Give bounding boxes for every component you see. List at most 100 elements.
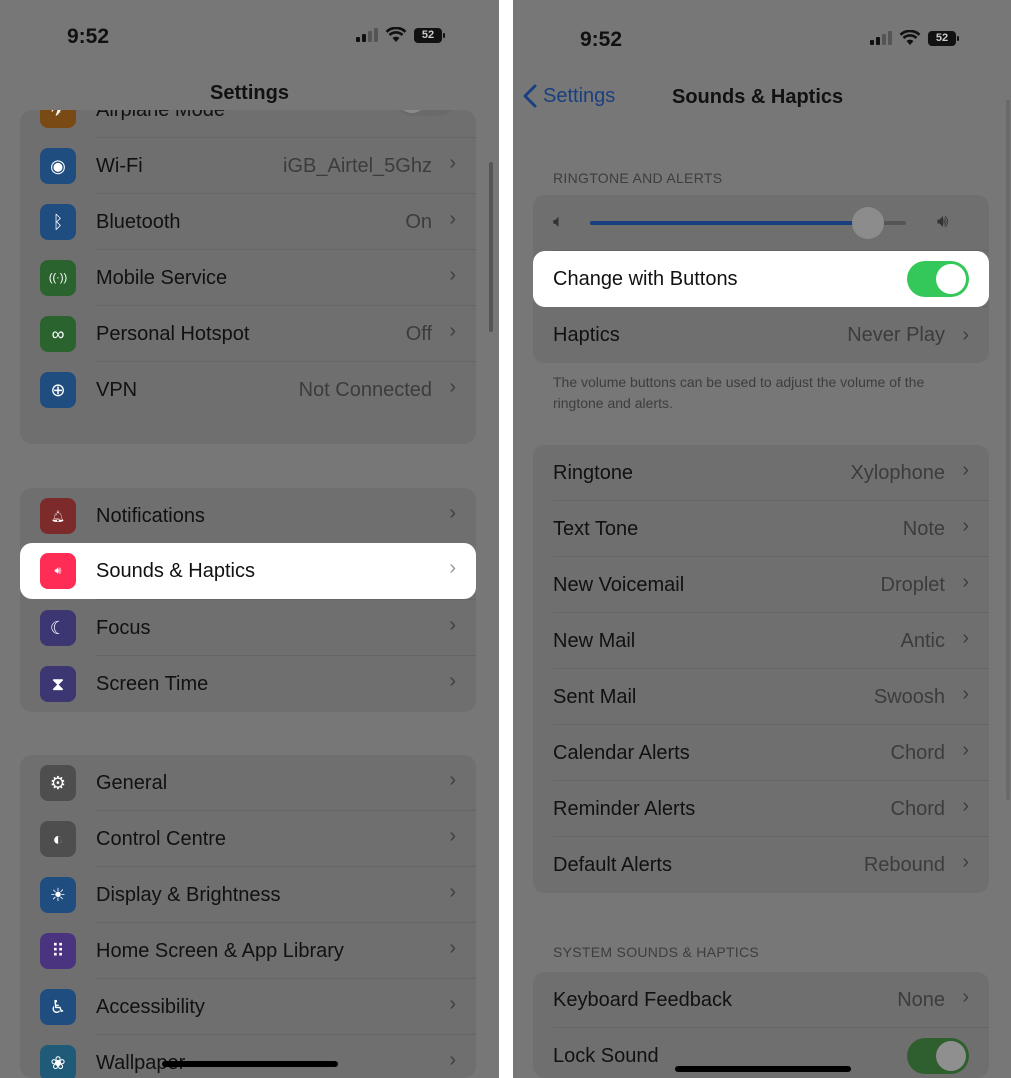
row-value: Xylophone [850, 462, 945, 484]
airplane-icon: ✈ [40, 110, 76, 128]
row-value: None [897, 989, 945, 1011]
home-indicator[interactable] [162, 1061, 338, 1067]
settings-row-notifications[interactable]: 🔔︎ Notifications › [20, 488, 476, 544]
chevron-right-icon: › [449, 993, 456, 1015]
battery-icon: 52 [414, 27, 445, 43]
chevron-right-icon: › [962, 851, 969, 873]
vpn-globe-icon: ⊕ [40, 372, 76, 408]
sound-row-calendar-alerts[interactable]: Calendar Alerts Chord › [533, 725, 989, 781]
row-label: Ringtone [553, 462, 634, 484]
row-value: Rebound [863, 854, 945, 876]
settings-row-vpn[interactable]: ⊕ VPN Not Connected › [20, 362, 476, 418]
settings-screen: 9:52 52 Settings ✈ Airplane Mode ◉ Wi-Fi iGB… [0, 0, 499, 1078]
chevron-right-icon: › [449, 557, 456, 579]
chevron-right-icon: › [449, 769, 456, 791]
chevron-right-icon: › [962, 515, 969, 537]
settings-row-personal-hotspot[interactable]: ∞ Personal Hotspot Off › [20, 306, 476, 362]
row-label: Lock Sound [553, 1045, 659, 1067]
scroll-indicator[interactable] [489, 162, 493, 332]
sound-row-new-voicemail[interactable]: New Voicemail Droplet › [533, 557, 989, 613]
flower-icon: ❀ [40, 1045, 76, 1078]
chevron-right-icon: › [449, 670, 456, 692]
sound-row-reminder-alerts[interactable]: Reminder Alerts Chord › [533, 781, 989, 837]
sound-row-new-mail[interactable]: New Mail Antic › [533, 613, 989, 669]
chevron-right-icon: › [449, 881, 456, 903]
connectivity-group: ✈ Airplane Mode ◉ Wi-Fi iGB_Airtel_5Ghz › ᛒ Blu… [20, 110, 476, 444]
settings-row-focus[interactable]: ☾ Focus › [20, 600, 476, 656]
row-value: Chord [890, 798, 945, 820]
status-time: 9:52 [67, 25, 110, 48]
moon-icon: ☾ [40, 610, 76, 646]
row-label: Airplane Mode [96, 110, 225, 121]
row-label: VPN [96, 379, 138, 401]
wifi-status-icon [899, 30, 921, 45]
status-time: 9:52 [580, 28, 623, 51]
row-label: General [96, 772, 168, 794]
chevron-right-icon: › [962, 986, 969, 1008]
section-header-ringtone-alerts: RINGTONE AND ALERTS [553, 170, 723, 186]
row-label: New Voicemail [553, 574, 685, 596]
sound-row-ringtone[interactable]: Ringtone Xylophone › [533, 445, 989, 501]
row-label: Mobile Service [96, 267, 228, 289]
chevron-right-icon: › [449, 264, 456, 286]
gear-icon: ⚙ [40, 765, 76, 801]
sounds-haptics-screen: 9:52 52 Settings Sounds & Haptics RINGTO… [513, 0, 1011, 1078]
settings-row-control-centre[interactable]: ◐ Control Centre › [20, 811, 476, 867]
chevron-right-icon: › [962, 739, 969, 761]
chevron-right-icon: › [449, 208, 456, 230]
settings-row-airplane-mode[interactable]: ✈ Airplane Mode [20, 110, 476, 138]
settings-row-display-and-brightness[interactable]: ☀ Display & Brightness › [20, 867, 476, 923]
settings-row-mobile-service[interactable]: ((·)) Mobile Service › [20, 250, 476, 306]
haptics-label: Haptics [553, 323, 620, 346]
notifications-bell-icon: 🔔︎ [40, 498, 76, 534]
hourglass-icon: ⧗ [40, 666, 76, 702]
chevron-right-icon: › [962, 323, 969, 346]
airplane-mode-toggle[interactable] [394, 110, 456, 116]
row-value: Swoosh [873, 686, 945, 708]
haptics-row[interactable]: Haptics Never Play › [533, 307, 989, 363]
row-label: Screen Time [96, 673, 209, 695]
sound-row-sent-mail[interactable]: Sent Mail Swoosh › [533, 669, 989, 725]
chevron-right-icon: › [962, 627, 969, 649]
chevron-right-icon: › [449, 320, 456, 342]
chevron-right-icon: › [962, 795, 969, 817]
haptics-value: Never Play [847, 323, 945, 346]
settings-row-wallpaper[interactable]: ❀ Wallpaper › [20, 1035, 476, 1078]
row-label: Sent Mail [553, 686, 637, 708]
row-label: Display & Brightness [96, 884, 281, 906]
settings-row-general[interactable]: ⚙ General › [20, 755, 476, 811]
system-sounds-group: Keyboard Feedback None › Lock Sound [533, 972, 989, 1078]
settings-row-sounds-and-haptics[interactable]: 🔊︎ Sounds & Haptics › [20, 543, 476, 599]
app-grid-icon: ⠿ [40, 933, 76, 969]
chevron-right-icon: › [449, 614, 456, 636]
row-label: Home Screen & App Library [96, 940, 344, 962]
row-label: Accessibility [96, 996, 205, 1018]
home-indicator[interactable] [675, 1066, 851, 1072]
row-value: Antic [900, 630, 945, 652]
change-with-buttons-toggle[interactable] [907, 261, 969, 297]
lock-sound-toggle[interactable] [907, 1038, 969, 1074]
hotspot-icon: ∞ [40, 316, 76, 352]
row-value: Off [405, 323, 432, 345]
chevron-left-icon [523, 84, 537, 108]
chevron-right-icon: › [449, 825, 456, 847]
settings-row-bluetooth[interactable]: ᛒ Bluetooth On › [20, 194, 476, 250]
sun-icon: ☀ [40, 877, 76, 913]
scroll-indicator[interactable] [1006, 100, 1010, 800]
sound-row-text-tone[interactable]: Text Tone Note › [533, 501, 989, 557]
page-title: Sounds & Haptics [672, 86, 844, 108]
settings-row-wi-fi[interactable]: ◉ Wi-Fi iGB_Airtel_5Ghz › [20, 138, 476, 194]
speaker-low-icon: 🔈︎ [553, 211, 564, 231]
row-label: Focus [96, 617, 151, 639]
row-value: Droplet [880, 574, 945, 596]
back-button[interactable]: Settings [523, 84, 615, 108]
sound-row-default-alerts[interactable]: Default Alerts Rebound › [533, 837, 989, 893]
chevron-right-icon: › [449, 376, 456, 398]
volume-slider-thumb[interactable] [852, 207, 885, 239]
sound-row-keyboard-feedback[interactable]: Keyboard Feedback None › [533, 972, 989, 1028]
change-with-buttons-row[interactable]: Change with Buttons [533, 251, 989, 307]
settings-row-accessibility[interactable]: ♿︎ Accessibility › [20, 979, 476, 1035]
volume-slider[interactable] [590, 207, 906, 239]
settings-row-home-screen-and-app-library[interactable]: ⠿ Home Screen & App Library › [20, 923, 476, 979]
settings-row-screen-time[interactable]: ⧗ Screen Time › [20, 656, 476, 712]
